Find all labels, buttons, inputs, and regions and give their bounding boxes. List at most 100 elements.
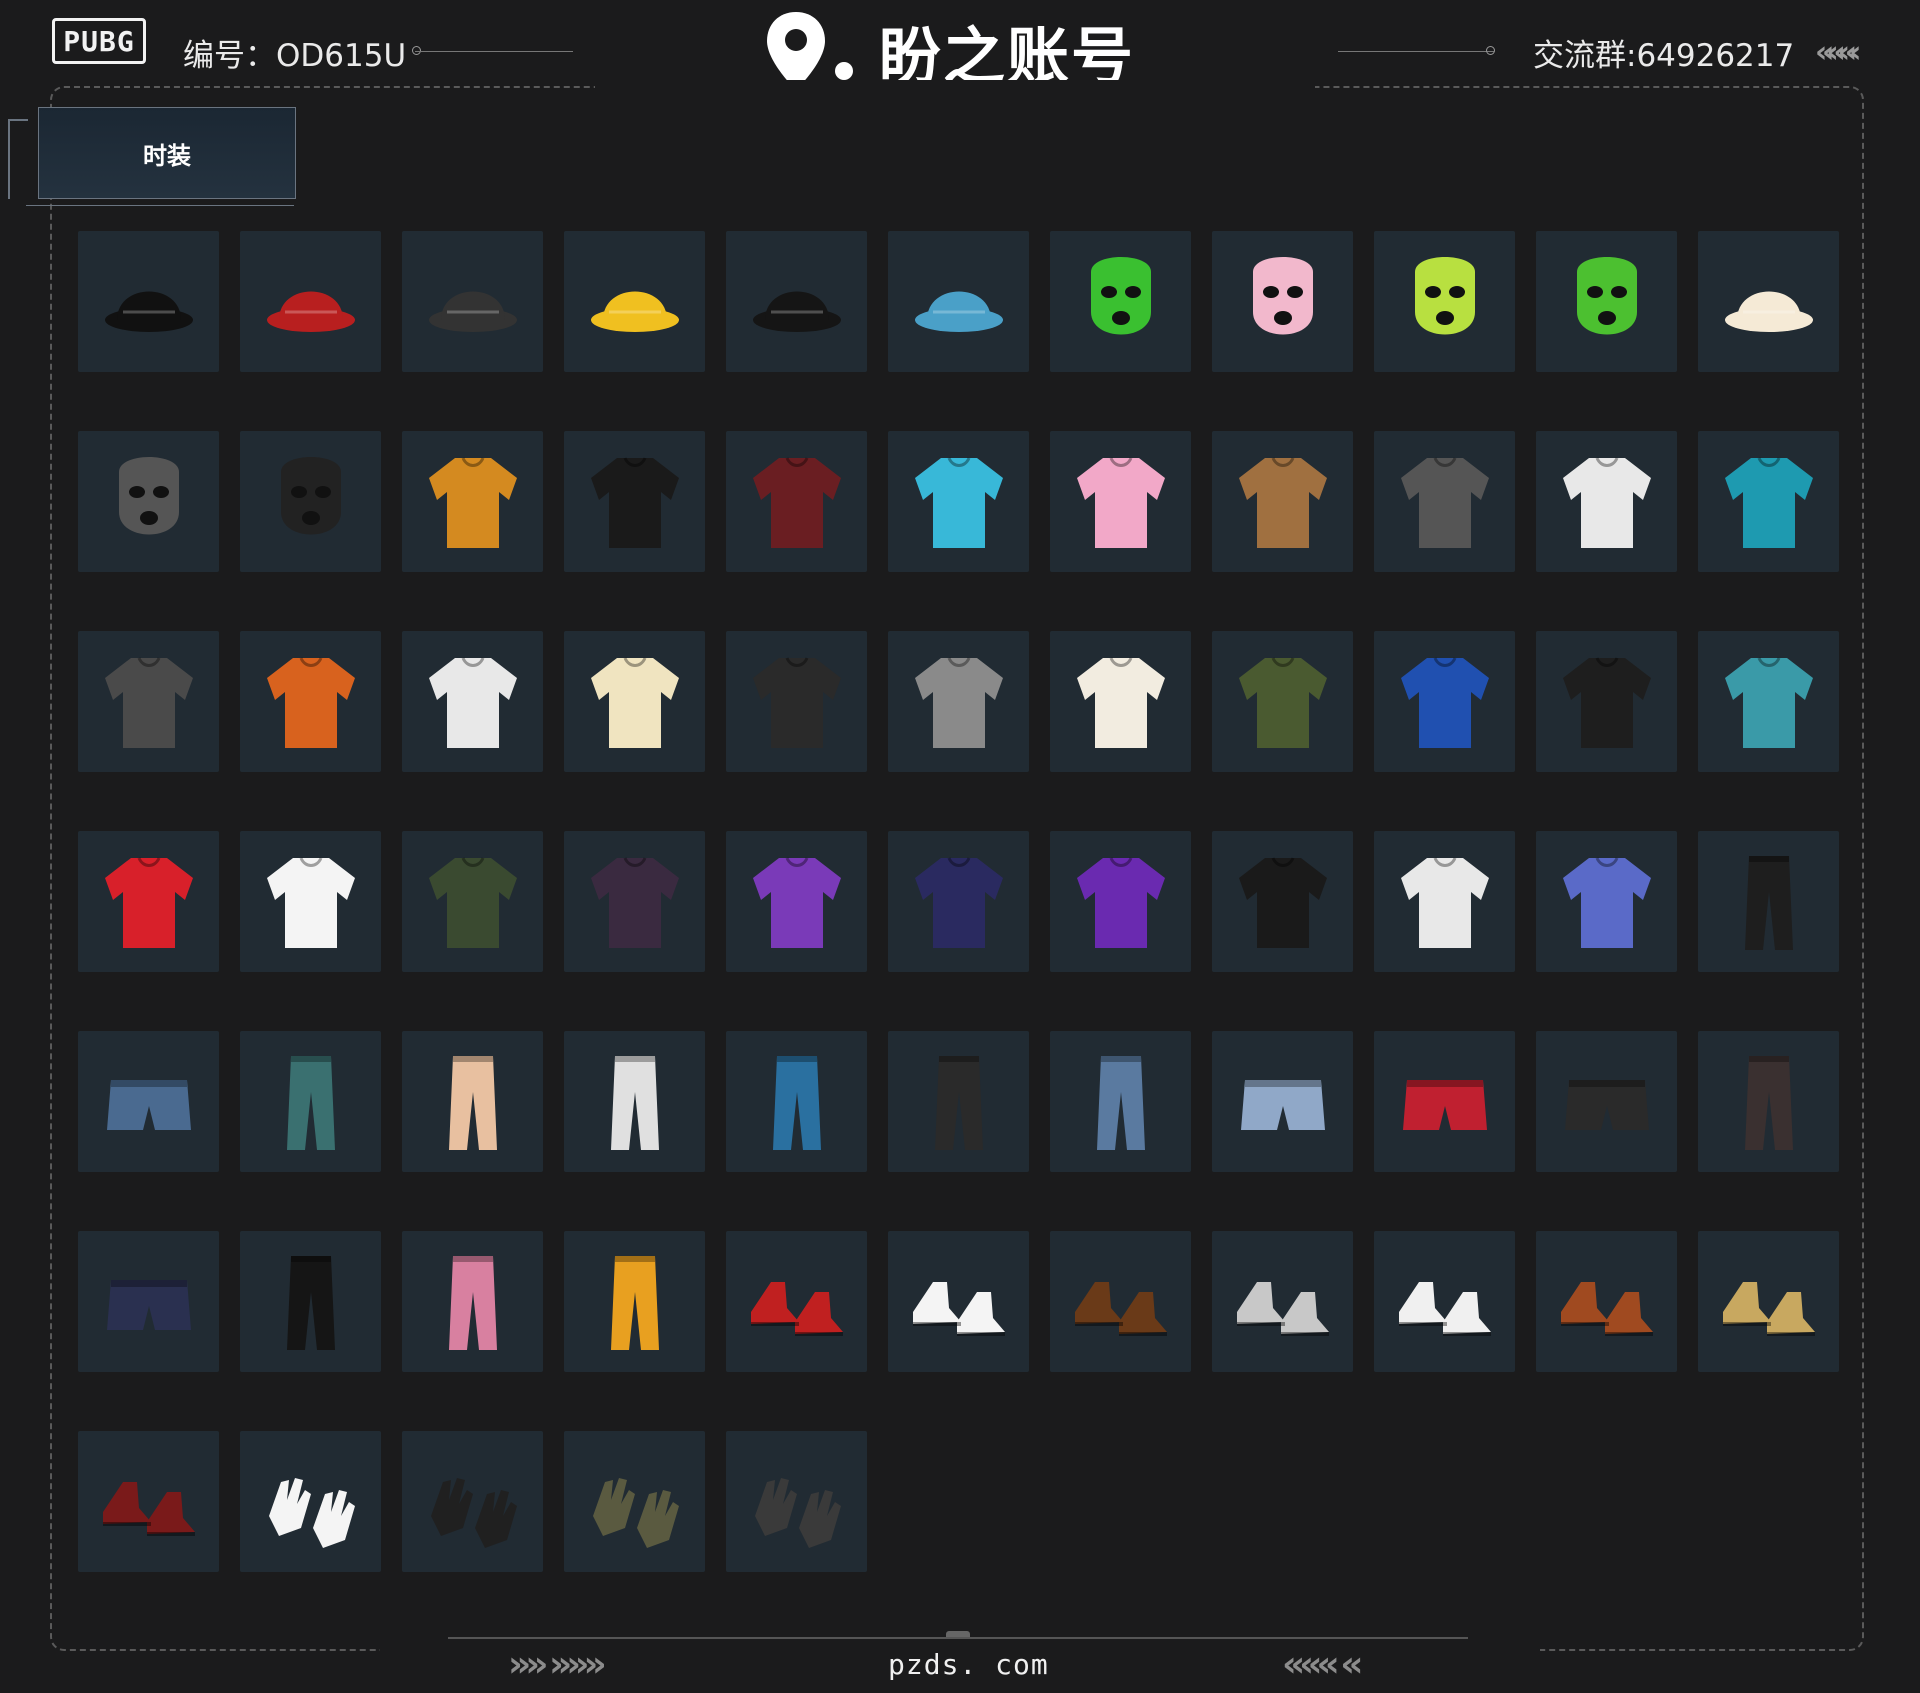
item-denim-shorts[interactable]	[1212, 1031, 1353, 1172]
item-black-jacket[interactable]	[1536, 631, 1677, 772]
item-cartoon-tee[interactable]	[402, 631, 543, 772]
item-black-cargo-pants[interactable]	[1698, 831, 1839, 972]
item-floral-vest[interactable]	[78, 831, 219, 972]
racing-suit-icon	[590, 456, 679, 548]
tab-fashion[interactable]: 时装	[38, 107, 296, 199]
item-patch-jeans[interactable]	[726, 1031, 867, 1172]
item-purple-windbreaker[interactable]	[726, 831, 867, 972]
item-gold-corset[interactable]	[1212, 431, 1353, 572]
item-white-jeans[interactable]	[564, 1031, 705, 1172]
red-sneakers-icon	[750, 1281, 843, 1336]
flower-antenna-icon	[590, 291, 679, 332]
purple-windbreaker-icon	[752, 856, 841, 948]
duck-hoodie-icon	[1724, 656, 1813, 748]
item-leather-pants[interactable]	[1698, 1031, 1839, 1172]
item-duck-hoodie[interactable]	[1698, 631, 1839, 772]
item-color-block-jacket[interactable]	[1374, 631, 1515, 772]
teal-tank-icon	[1724, 456, 1813, 548]
item-teeth-mask[interactable]	[240, 431, 381, 572]
footer-divider	[448, 1637, 1468, 1639]
floral-vest-icon	[104, 856, 193, 948]
item-bomber-jacket[interactable]	[402, 831, 543, 972]
item-bandana[interactable]	[78, 431, 219, 572]
item-white-gloves[interactable]	[240, 1431, 381, 1572]
item-denim-skirt[interactable]	[78, 1031, 219, 1172]
item-tattoo-tee[interactable]	[1374, 431, 1515, 572]
item-white-boots[interactable]	[888, 1231, 1029, 1372]
item-black-hoodie[interactable]	[1212, 831, 1353, 972]
item-camo-gloves[interactable]	[564, 1431, 705, 1572]
pink-qipao-icon	[1076, 456, 1165, 548]
item-flare-jeans[interactable]	[1050, 1031, 1191, 1172]
item-bear-paws[interactable]	[1050, 1231, 1191, 1372]
item-astronaut-jacket[interactable]	[1374, 831, 1515, 972]
brown-boots-icon	[1560, 1281, 1653, 1336]
item-black-skirt[interactable]	[1536, 1031, 1677, 1172]
item-grid	[78, 231, 1839, 1572]
account-serial: 编号：OD615U	[183, 38, 407, 74]
dino-head-icon	[914, 291, 1003, 332]
item-balaclava[interactable]	[1374, 231, 1515, 372]
item-tan-boots[interactable]	[1698, 1231, 1839, 1372]
item-grey-tattoo-shirt[interactable]	[78, 631, 219, 772]
item-bunny-tee[interactable]	[240, 831, 381, 972]
item-navy-sweater[interactable]	[888, 831, 1029, 972]
item-orange-pants[interactable]	[564, 1231, 705, 1372]
printed-tee-icon	[428, 456, 517, 548]
tab-corner	[8, 119, 28, 199]
footer-url: pzds. com	[888, 1648, 1049, 1681]
item-gradient-hoodie[interactable]	[1536, 831, 1677, 972]
item-baseball-cap[interactable]	[726, 231, 867, 372]
item-puffer-vest[interactable]	[888, 431, 1029, 572]
item-burgundy-boots[interactable]	[78, 1431, 219, 1572]
item-pink-qipao[interactable]	[1050, 431, 1191, 572]
item-cat-ears[interactable]	[402, 231, 543, 372]
item-racing-suit[interactable]	[564, 431, 705, 572]
item-winged-sneakers[interactable]	[1212, 1231, 1353, 1372]
item-neck-pillow[interactable]	[1698, 231, 1839, 372]
item-track-pants[interactable]	[240, 1231, 381, 1372]
item-bucket-hat[interactable]	[78, 231, 219, 372]
item-black-ripped-jeans[interactable]	[888, 1031, 1029, 1172]
item-grey-tee[interactable]	[888, 631, 1029, 772]
item-poster-tee[interactable]	[1050, 631, 1191, 772]
red-briefs-icon	[1402, 1079, 1487, 1130]
gradient-hoodie-icon	[1562, 856, 1651, 948]
item-frog-mask[interactable]	[1050, 231, 1191, 372]
item-teal-shorts[interactable]	[240, 1031, 381, 1172]
item-white-heels[interactable]	[1374, 1231, 1515, 1372]
retro-tee-icon	[590, 656, 679, 748]
item-orange-tee[interactable]	[240, 631, 381, 772]
item-tactical-vest[interactable]	[726, 631, 867, 772]
grey-tattoo-shirt-icon	[104, 656, 193, 748]
leather-jacket-icon	[590, 856, 679, 948]
hand-wraps-icon	[754, 1477, 841, 1548]
item-retro-tee[interactable]	[564, 631, 705, 772]
item-suspender-shorts[interactable]	[78, 1231, 219, 1372]
poster-tee-icon	[1076, 656, 1165, 748]
item-teal-tank[interactable]	[1698, 431, 1839, 572]
item-leather-jacket[interactable]	[564, 831, 705, 972]
item-white-crop-top[interactable]	[1536, 431, 1677, 572]
item-brown-boots[interactable]	[1536, 1231, 1677, 1372]
item-floral-pajama-pants[interactable]	[402, 1031, 543, 1172]
item-red-briefs[interactable]	[1374, 1031, 1515, 1172]
white-jeans-icon	[610, 1055, 659, 1150]
item-black-gloves[interactable]	[402, 1431, 543, 1572]
item-pink-leggings[interactable]	[402, 1231, 543, 1372]
item-purple-track-jacket[interactable]	[1050, 831, 1191, 972]
item-printed-tee[interactable]	[402, 431, 543, 572]
item-hand-wraps[interactable]	[726, 1431, 867, 1572]
tan-boots-icon	[1722, 1281, 1815, 1336]
item-flower-antenna[interactable]	[564, 231, 705, 372]
item-olive-turtleneck[interactable]	[1212, 631, 1353, 772]
baseball-cap-icon	[752, 291, 841, 332]
white-boots-icon	[912, 1281, 1005, 1336]
item-alien-mask[interactable]	[1536, 231, 1677, 372]
item-sports-bra-22[interactable]	[726, 431, 867, 572]
black-cargo-pants-icon	[1744, 855, 1793, 950]
item-knit-beanie[interactable]	[240, 231, 381, 372]
item-red-sneakers[interactable]	[726, 1231, 867, 1372]
item-pink-face-mask[interactable]	[1212, 231, 1353, 372]
item-dino-head[interactable]	[888, 231, 1029, 372]
